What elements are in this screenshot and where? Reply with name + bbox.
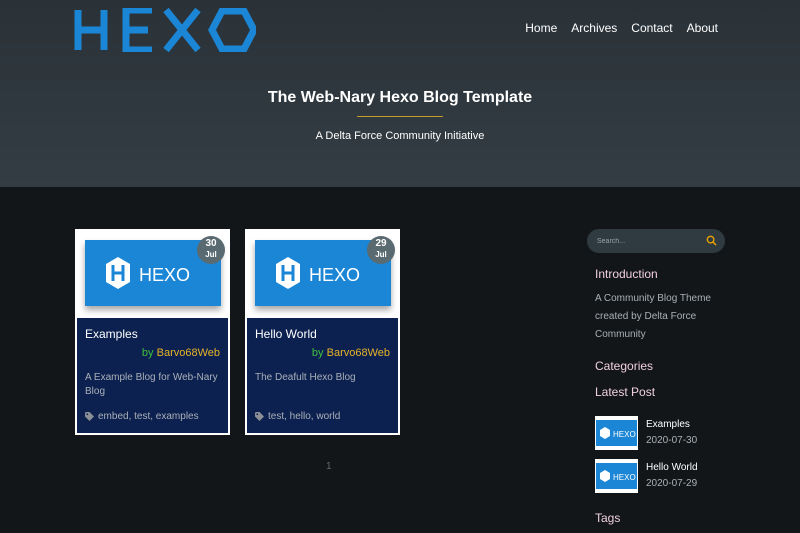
site-subtitle: A Delta Force Community Initiative: [315, 130, 485, 142]
sidebar-heading-latest-post: Latest Post: [595, 385, 656, 399]
title-divider: [357, 116, 443, 117]
nav-contact[interactable]: Contact: [631, 21, 672, 35]
sidebar-heading-tags: Tags: [595, 511, 621, 525]
post-tags: test, hello, world: [255, 411, 340, 422]
post-description: The Deafult Hexo Blog: [255, 372, 356, 383]
latest-post-item[interactable]: HEXO Hello World 2020-07-29: [595, 459, 735, 493]
date-day: 29: [375, 238, 387, 249]
sidebar-heading-categories: Categories: [595, 359, 654, 373]
date-badge: 29 Jul: [367, 236, 395, 264]
tag-links[interactable]: embed, test, examples: [98, 411, 199, 422]
post-card-hello-world[interactable]: HEXO 29 Jul Hello World by Barvo68Web Th…: [245, 229, 400, 435]
post-author: by Barvo68Web: [312, 347, 390, 359]
latest-post-title[interactable]: Hello World: [646, 462, 698, 473]
post-image-area: HEXO 29 Jul: [247, 231, 398, 318]
tag-icon: [85, 412, 94, 421]
hexo-logo[interactable]: [74, 8, 256, 52]
tag-links[interactable]: test, hello, world: [268, 411, 340, 422]
date-month: Jul: [375, 250, 387, 259]
latest-post-item[interactable]: HEXO Examples 2020-07-30: [595, 416, 735, 450]
search-input[interactable]: [597, 234, 697, 248]
tag-icon: [255, 412, 264, 421]
site-header: Home Archives Contact About The Web-Nary…: [0, 0, 800, 187]
author-link[interactable]: Barvo68Web: [327, 347, 390, 359]
latest-post-date: 2020-07-30: [646, 435, 698, 446]
search-box: [587, 229, 725, 253]
author-link[interactable]: Barvo68Web: [157, 347, 220, 359]
nav-home[interactable]: Home: [525, 21, 557, 35]
date-month: Jul: [205, 250, 217, 259]
latest-post-title[interactable]: Examples: [646, 419, 690, 430]
post-image-text: HEXO: [309, 265, 360, 285]
author-prefix: by: [141, 347, 154, 359]
post-image-text: HEXO: [139, 265, 190, 285]
post-title[interactable]: Examples: [85, 327, 138, 341]
post-description: A Example Blog for Web-Nary Blog: [85, 372, 218, 397]
post-card-examples[interactable]: HEXO 30 Jul Examples by Barvo68Web A Exa…: [75, 229, 230, 435]
post-image-area: HEXO 30 Jul: [77, 231, 228, 318]
latest-post-thumbnail[interactable]: HEXO: [595, 416, 638, 450]
post-author: by Barvo68Web: [142, 347, 220, 359]
main-nav: Home Archives Contact About: [525, 21, 718, 35]
nav-about[interactable]: About: [687, 21, 718, 35]
site-title: The Web-Nary Hexo Blog Template: [267, 89, 533, 106]
latest-image-text: HEXO: [613, 473, 636, 482]
hexo-badge-icon: HEXO: [600, 427, 636, 439]
post-title[interactable]: Hello World: [255, 327, 317, 341]
pagination-page-1[interactable]: 1: [326, 461, 332, 472]
author-prefix: by: [311, 347, 324, 359]
nav-archives[interactable]: Archives: [571, 21, 617, 35]
latest-post-date: 2020-07-29: [646, 478, 698, 489]
hexo-badge-icon: HEXO: [600, 470, 636, 482]
search-icon[interactable]: [706, 235, 717, 246]
latest-image-text: HEXO: [613, 430, 636, 439]
date-badge: 30 Jul: [197, 236, 225, 264]
latest-post-thumbnail[interactable]: HEXO: [595, 459, 638, 493]
sidebar-intro-text: A Community Blog Theme created by Delta …: [595, 293, 711, 340]
post-tags: embed, test, examples: [85, 411, 199, 422]
sidebar-heading-introduction: Introduction: [595, 267, 658, 281]
date-day: 30: [205, 238, 217, 249]
